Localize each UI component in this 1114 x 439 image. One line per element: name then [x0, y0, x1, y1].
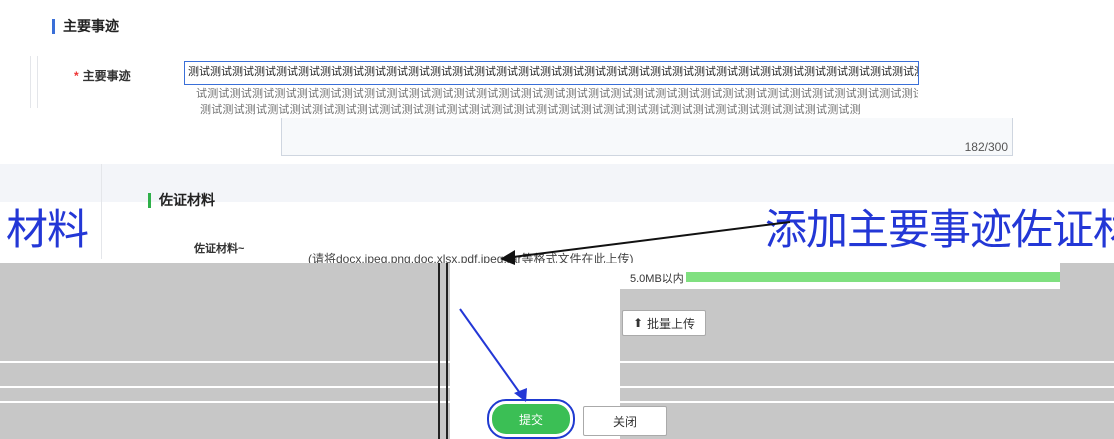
arrow-line — [504, 221, 791, 259]
arrow-line — [459, 308, 523, 397]
arrow-head — [500, 250, 515, 265]
arrow-head — [514, 388, 527, 402]
annotation-arrows — [459, 221, 791, 402]
